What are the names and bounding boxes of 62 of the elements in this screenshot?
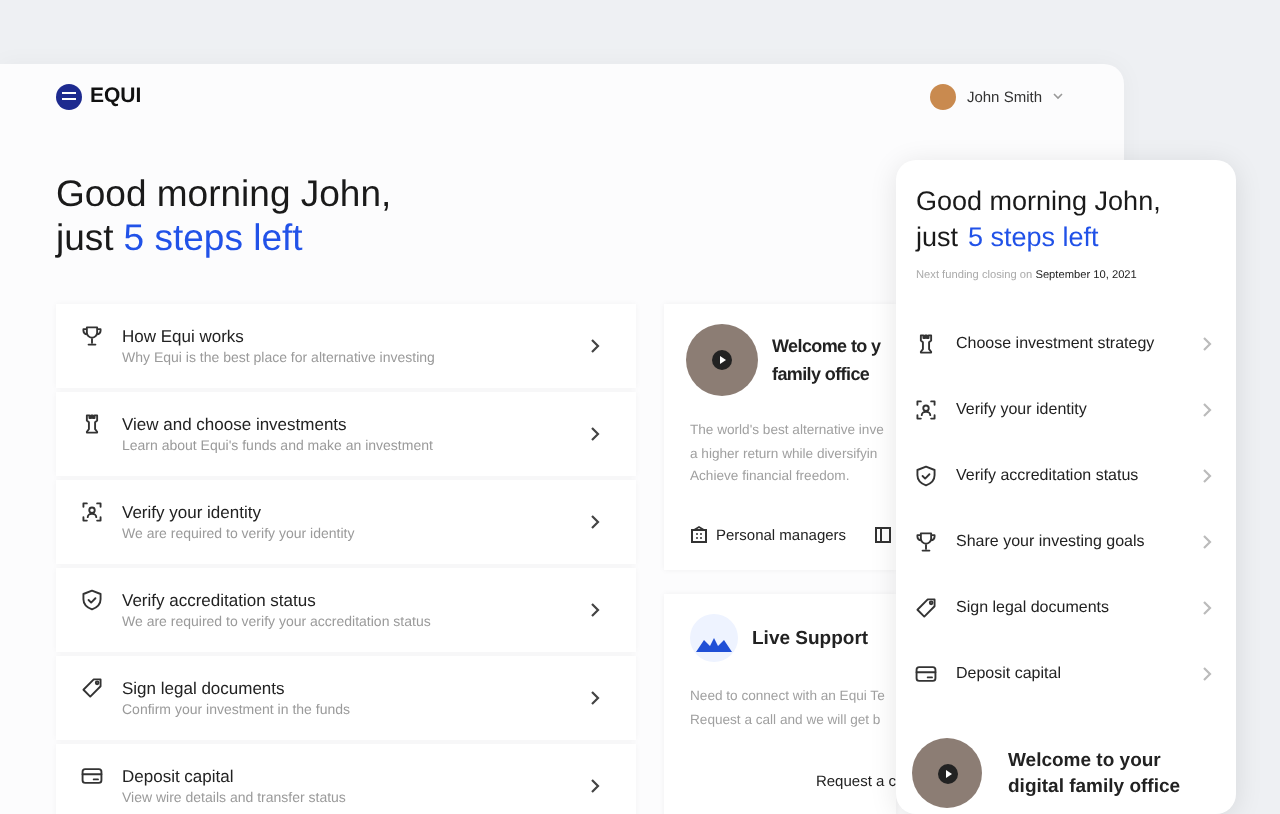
chevron-icon	[590, 338, 600, 354]
card-title: family office	[772, 362, 872, 388]
step-title: Deposit capital	[956, 664, 1063, 682]
greeting-text: just	[916, 220, 959, 256]
credit-card-icon	[914, 661, 938, 685]
step-title: Verify accreditation status	[956, 466, 1141, 484]
chevron-icon	[1202, 665, 1212, 681]
shield-check-icon	[80, 588, 104, 612]
chevron-icon	[590, 778, 600, 794]
step-item[interactable]: Sign legal documents	[896, 574, 1236, 640]
step-title: Deposit capital	[122, 763, 236, 787]
card-title: Live Support	[752, 627, 869, 649]
video-thumbnail[interactable]	[912, 738, 982, 808]
shield-check-icon	[914, 463, 938, 487]
play-icon	[712, 350, 732, 370]
play-icon	[937, 763, 957, 783]
video-thumbnail[interactable]	[686, 324, 758, 396]
step-title: Sign legal documents	[956, 598, 1111, 616]
chevron-icon	[590, 426, 600, 442]
logo-icon	[56, 83, 82, 109]
step-title: Verify your identity	[956, 400, 1089, 418]
face-scan-icon	[914, 397, 938, 421]
step-item[interactable]: Verify accreditation status	[896, 442, 1236, 508]
chevron-icon	[1202, 467, 1212, 483]
step-item[interactable]: Verify your identity	[896, 376, 1236, 442]
step-title: Verify your identity	[122, 499, 263, 523]
step-title: Sign legal documents	[122, 675, 287, 699]
step-title: Share your investing goals	[956, 532, 1147, 550]
trophy-icon	[914, 529, 938, 553]
steps-left-text: 5 steps left	[968, 220, 1099, 256]
avatar-icon	[930, 83, 957, 109]
greeting-heading: Good morning John,	[916, 184, 1161, 220]
tag-icon	[914, 595, 938, 619]
trophy-icon	[80, 324, 104, 348]
step-title: How Equi works	[122, 323, 246, 347]
tag-icon	[80, 676, 104, 700]
chevron-icon	[1202, 401, 1212, 417]
step-item[interactable]: Deposit capital	[896, 640, 1236, 706]
chevron-icon	[1202, 335, 1212, 351]
steps-left-text: 5 steps left	[123, 216, 303, 260]
building-icon	[690, 525, 708, 543]
chevron-icon	[590, 602, 600, 618]
brand-name: EQUI	[90, 84, 142, 108]
chess-rook-icon	[914, 331, 938, 355]
step-title: View and choose investments	[122, 411, 349, 435]
credit-card-icon	[80, 764, 104, 788]
chevron-icon	[590, 514, 600, 530]
chevron-icon	[1202, 533, 1212, 549]
chevron-icon	[590, 690, 600, 706]
support-icon	[690, 614, 738, 662]
face-scan-icon	[80, 500, 104, 524]
greeting-text: just	[56, 216, 114, 260]
chevron-icon	[1202, 599, 1212, 615]
card-title: Welcome to y	[772, 334, 881, 360]
step-title: Verify accreditation status	[122, 587, 318, 611]
chess-rook-icon	[80, 412, 104, 436]
video-title: Welcome to your digital family office	[1008, 747, 1183, 799]
step-title: Choose investment strategy	[956, 334, 1157, 352]
step-item[interactable]: Choose investment strategy	[896, 310, 1236, 376]
greeting-heading: Good morning John,	[56, 172, 392, 216]
step-item[interactable]: Share your investing goals	[896, 508, 1236, 574]
caret-icon	[1052, 92, 1064, 100]
